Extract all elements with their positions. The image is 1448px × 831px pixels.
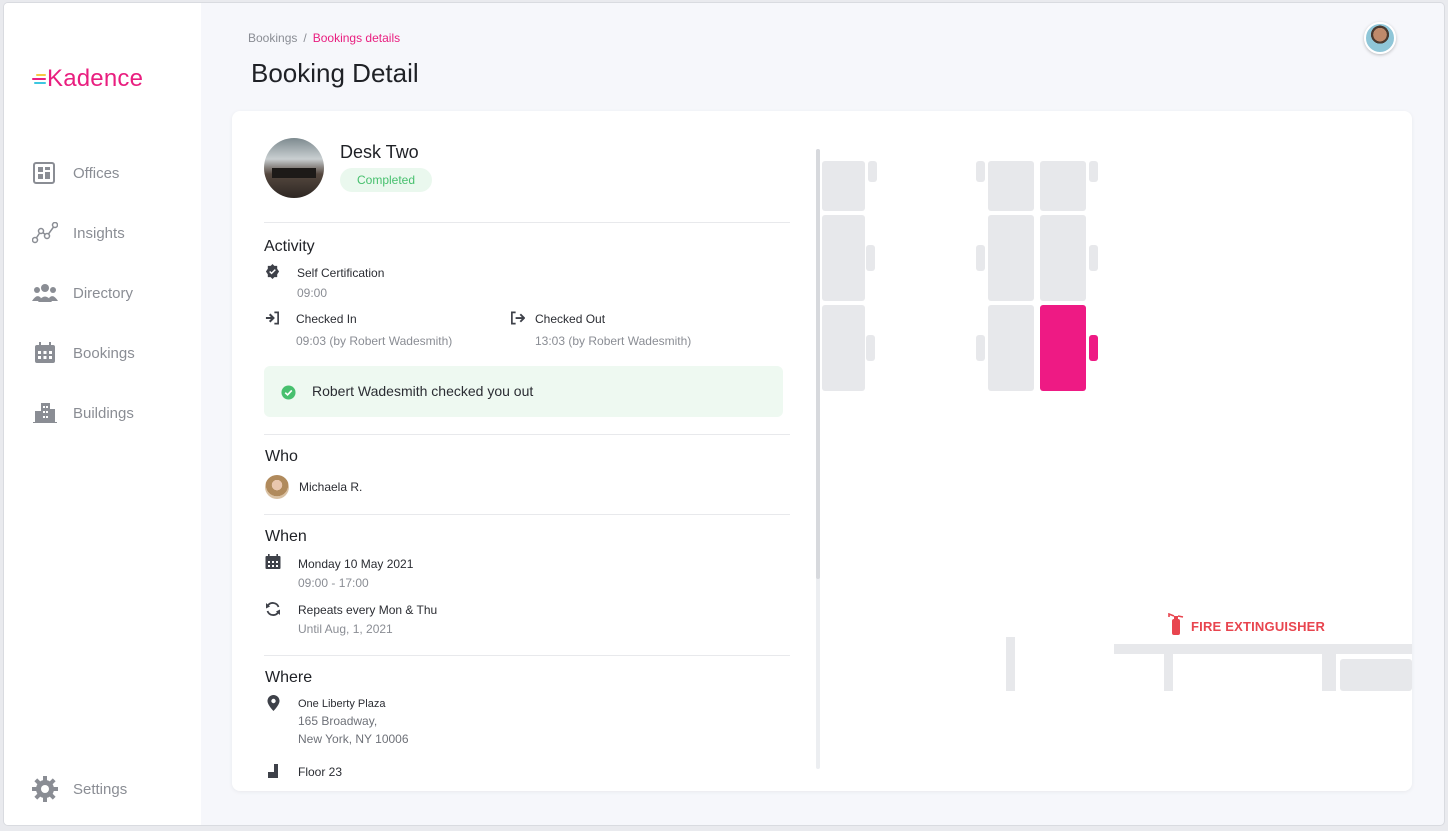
place-name: One Liberty Plaza (298, 698, 386, 710)
checked-in-label: Checked In (296, 312, 357, 326)
sidebar-item-label: Bookings (73, 344, 135, 362)
booking-time: 09:00 - 17:00 (298, 576, 369, 590)
map-room (1340, 659, 1412, 691)
checked-out-label: Checked Out (535, 312, 606, 326)
where-title: Where (265, 669, 313, 686)
logo-mark-icon (32, 72, 46, 86)
app-window: Kadence Offices Insights Directory Booki… (4, 3, 1444, 825)
checked-out-detail: 13:03 (by Robert Wadesmith) (535, 334, 692, 348)
when-title: When (265, 528, 307, 545)
map-desk[interactable] (988, 215, 1034, 301)
sidebar-item-directory[interactable]: Directory (32, 278, 135, 308)
booking-date: Monday 10 May 2021 (298, 557, 414, 571)
address-line-2: New York, NY 10006 (298, 732, 409, 746)
status-badge: Completed (340, 168, 433, 192)
map-chair (976, 245, 985, 271)
floor-icon (265, 763, 281, 779)
verified-badge-icon (264, 263, 280, 279)
sidebar-item-label: Settings (73, 780, 128, 798)
map-desk[interactable] (1040, 215, 1086, 301)
floor-map[interactable]: FIRE EXTINGUISHER (822, 111, 1412, 791)
map-chair (868, 161, 877, 182)
map-desk[interactable] (1040, 161, 1086, 211)
people-icon (32, 280, 58, 306)
self-certification-label: Self Certification (297, 266, 385, 280)
sidebar-item-offices[interactable]: Offices (32, 158, 135, 188)
map-chair (976, 335, 985, 361)
activity-title: Activity (264, 238, 315, 255)
map-chair (866, 245, 875, 271)
map-desk[interactable] (822, 305, 865, 391)
map-wall (1006, 637, 1015, 691)
map-chair (1089, 161, 1098, 182)
fire-extinguisher-label: FIRE EXTINGUISHER (1191, 619, 1326, 634)
desk-photo (264, 138, 324, 198)
repeat-rule: Repeats every Mon & Thu (298, 603, 438, 617)
map-pin-icon (265, 695, 281, 711)
calendar-icon (32, 340, 58, 366)
divider (264, 514, 790, 515)
map-desk-selected[interactable] (1040, 305, 1086, 391)
logo-text: Kadence (47, 65, 144, 92)
map-desk[interactable] (822, 161, 865, 211)
repeat-until: Until Aug, 1, 2021 (298, 622, 393, 636)
chart-line-icon (32, 220, 58, 246)
self-certification-time: 09:00 (297, 286, 328, 300)
sidebar-item-insights[interactable]: Insights (32, 218, 135, 248)
building-grid-icon (32, 160, 58, 186)
logo[interactable]: Kadence (32, 65, 143, 93)
city-icon (32, 400, 58, 426)
fire-extinguisher-marker[interactable]: FIRE EXTINGUISHER (1167, 612, 1326, 640)
map-chair-selected (1089, 335, 1098, 361)
page-title: Booking Detail (251, 58, 419, 88)
map-desk[interactable] (822, 215, 865, 301)
divider (264, 655, 790, 656)
user-avatar[interactable] (1364, 22, 1396, 54)
booking-details-panel: Desk Two Completed Activity Self Certifi… (264, 111, 790, 791)
gear-icon (32, 776, 58, 802)
sign-out-icon (509, 310, 525, 326)
booking-card: Desk Two Completed Activity Self Certifi… (232, 111, 1412, 791)
map-desk[interactable] (988, 305, 1034, 391)
breadcrumb: Bookings / Bookings details (248, 31, 400, 45)
map-wall (1114, 644, 1412, 654)
desk-name: Desk Two (340, 142, 419, 162)
map-desk[interactable] (988, 161, 1034, 211)
repeat-icon (265, 601, 281, 617)
divider (264, 434, 790, 435)
alert-message: Robert Wadesmith checked you out (312, 383, 534, 399)
address-line-1: 165 Broadway, (298, 714, 378, 728)
sidebar-item-label: Buildings (73, 404, 134, 422)
map-chair (976, 161, 985, 182)
sidebar-item-label: Directory (73, 284, 134, 302)
who-title: Who (265, 448, 298, 465)
map-chair (1089, 245, 1098, 271)
sidebar-item-label: Offices (73, 164, 120, 182)
breadcrumb-root[interactable]: Bookings (248, 31, 297, 45)
attendee-avatar[interactable] (265, 475, 289, 499)
sidebar-item-bookings[interactable]: Bookings (32, 338, 135, 368)
sidebar-item-buildings[interactable]: Buildings (32, 398, 135, 428)
sidebar-nav: Offices Insights Directory Bookings Buil… (32, 158, 135, 458)
map-wall (1322, 654, 1336, 691)
fire-extinguisher-icon (1167, 612, 1185, 640)
map-wall (1164, 654, 1173, 691)
calendar-icon (265, 554, 281, 570)
check-circle-icon (280, 384, 296, 400)
details-scrollbar[interactable] (816, 149, 820, 769)
checked-in-detail: 09:03 (by Robert Wadesmith) (296, 334, 453, 348)
divider (264, 222, 790, 223)
sidebar-item-settings[interactable]: Settings (32, 774, 127, 804)
breadcrumb-current[interactable]: Bookings details (313, 31, 400, 45)
sign-in-icon (264, 310, 280, 326)
checkout-alert: Robert Wadesmith checked you out (264, 366, 783, 417)
sidebar: Kadence Offices Insights Directory Booki… (4, 3, 201, 825)
sidebar-item-label: Insights (73, 224, 125, 242)
floor-label: Floor 23 (298, 765, 343, 779)
scrollbar-thumb[interactable] (816, 149, 820, 579)
map-chair (866, 335, 875, 361)
breadcrumb-separator: / (303, 31, 307, 45)
attendee-name[interactable]: Michaela R. (299, 480, 362, 494)
